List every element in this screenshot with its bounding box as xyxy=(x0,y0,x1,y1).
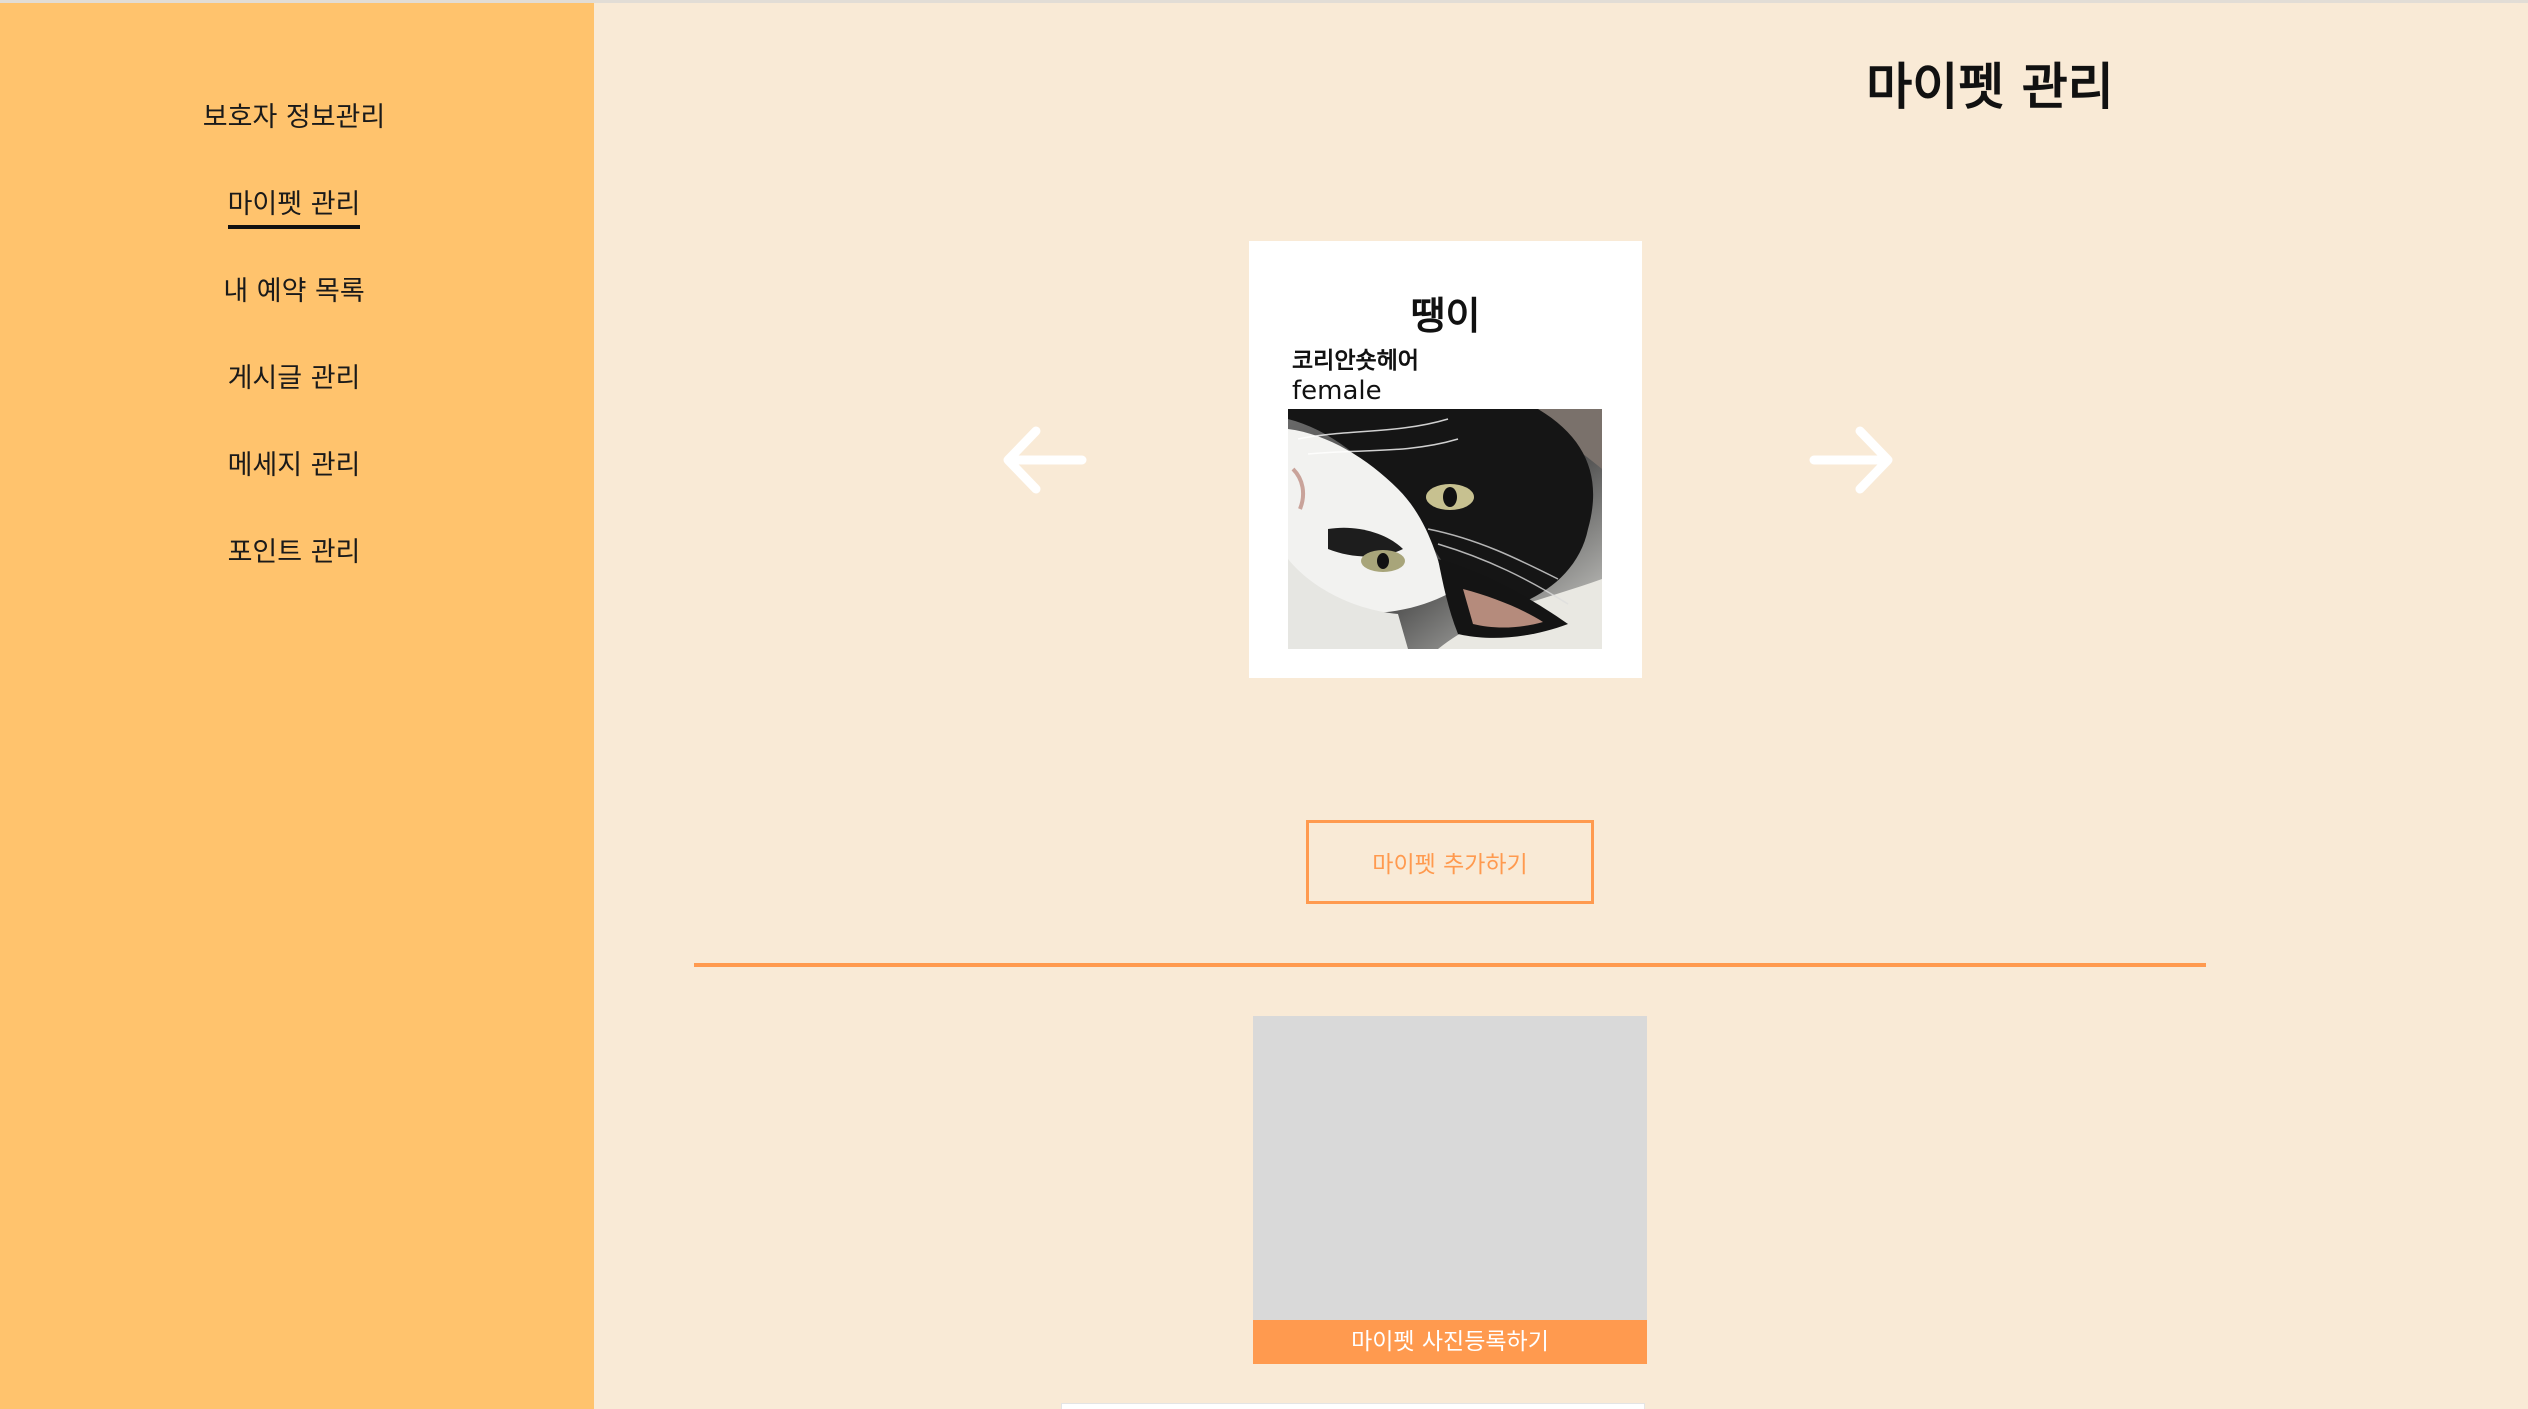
sidebar-item-label: 마이펫 관리 xyxy=(227,182,361,229)
add-pet-button[interactable]: 마이펫 추가하기 xyxy=(1306,820,1594,904)
photo-upload-placeholder[interactable]: 마이펫 사진등록하기 xyxy=(1253,1016,1647,1364)
sidebar-item-label: 내 예약 목록 xyxy=(223,276,365,307)
arrow-right-icon[interactable] xyxy=(1808,415,1898,505)
sidebar-item-label: 포인트 관리 xyxy=(227,537,361,568)
pet-card[interactable]: 땡이 코리안숏헤어 female xyxy=(1249,241,1642,678)
photo-upload-button[interactable]: 마이펫 사진등록하기 xyxy=(1253,1320,1647,1364)
pet-gender: female xyxy=(1292,376,1382,406)
sidebar-item-reservations[interactable]: 내 예약 목록 xyxy=(0,269,588,312)
cat-photo xyxy=(1288,409,1602,649)
page: 보호자 정보관리 마이펫 관리 내 예약 목록 게시글 관리 메세지 관리 포인… xyxy=(0,0,2528,1409)
sidebar-item-posts[interactable]: 게시글 관리 xyxy=(0,356,588,399)
arrow-left-icon[interactable] xyxy=(998,415,1088,505)
sidebar: 보호자 정보관리 마이펫 관리 내 예약 목록 게시글 관리 메세지 관리 포인… xyxy=(0,3,594,1409)
pet-breed: 코리안숏헤어 xyxy=(1292,348,1419,374)
sidebar-item-label: 게시글 관리 xyxy=(227,363,361,394)
sidebar-item-my-pet[interactable]: 마이펫 관리 xyxy=(0,182,588,229)
pet-info-input[interactable] xyxy=(1061,1403,1645,1409)
sidebar-item-label: 보호자 정보관리 xyxy=(202,102,386,133)
sidebar-item-messages[interactable]: 메세지 관리 xyxy=(0,443,588,486)
divider xyxy=(694,963,2206,967)
sidebar-item-points[interactable]: 포인트 관리 xyxy=(0,530,588,573)
pet-name: 땡이 xyxy=(1410,294,1481,338)
page-title: 마이펫 관리 xyxy=(1866,58,2114,116)
sidebar-item-guardian-info[interactable]: 보호자 정보관리 xyxy=(0,95,588,138)
sidebar-item-label: 메세지 관리 xyxy=(227,450,361,481)
